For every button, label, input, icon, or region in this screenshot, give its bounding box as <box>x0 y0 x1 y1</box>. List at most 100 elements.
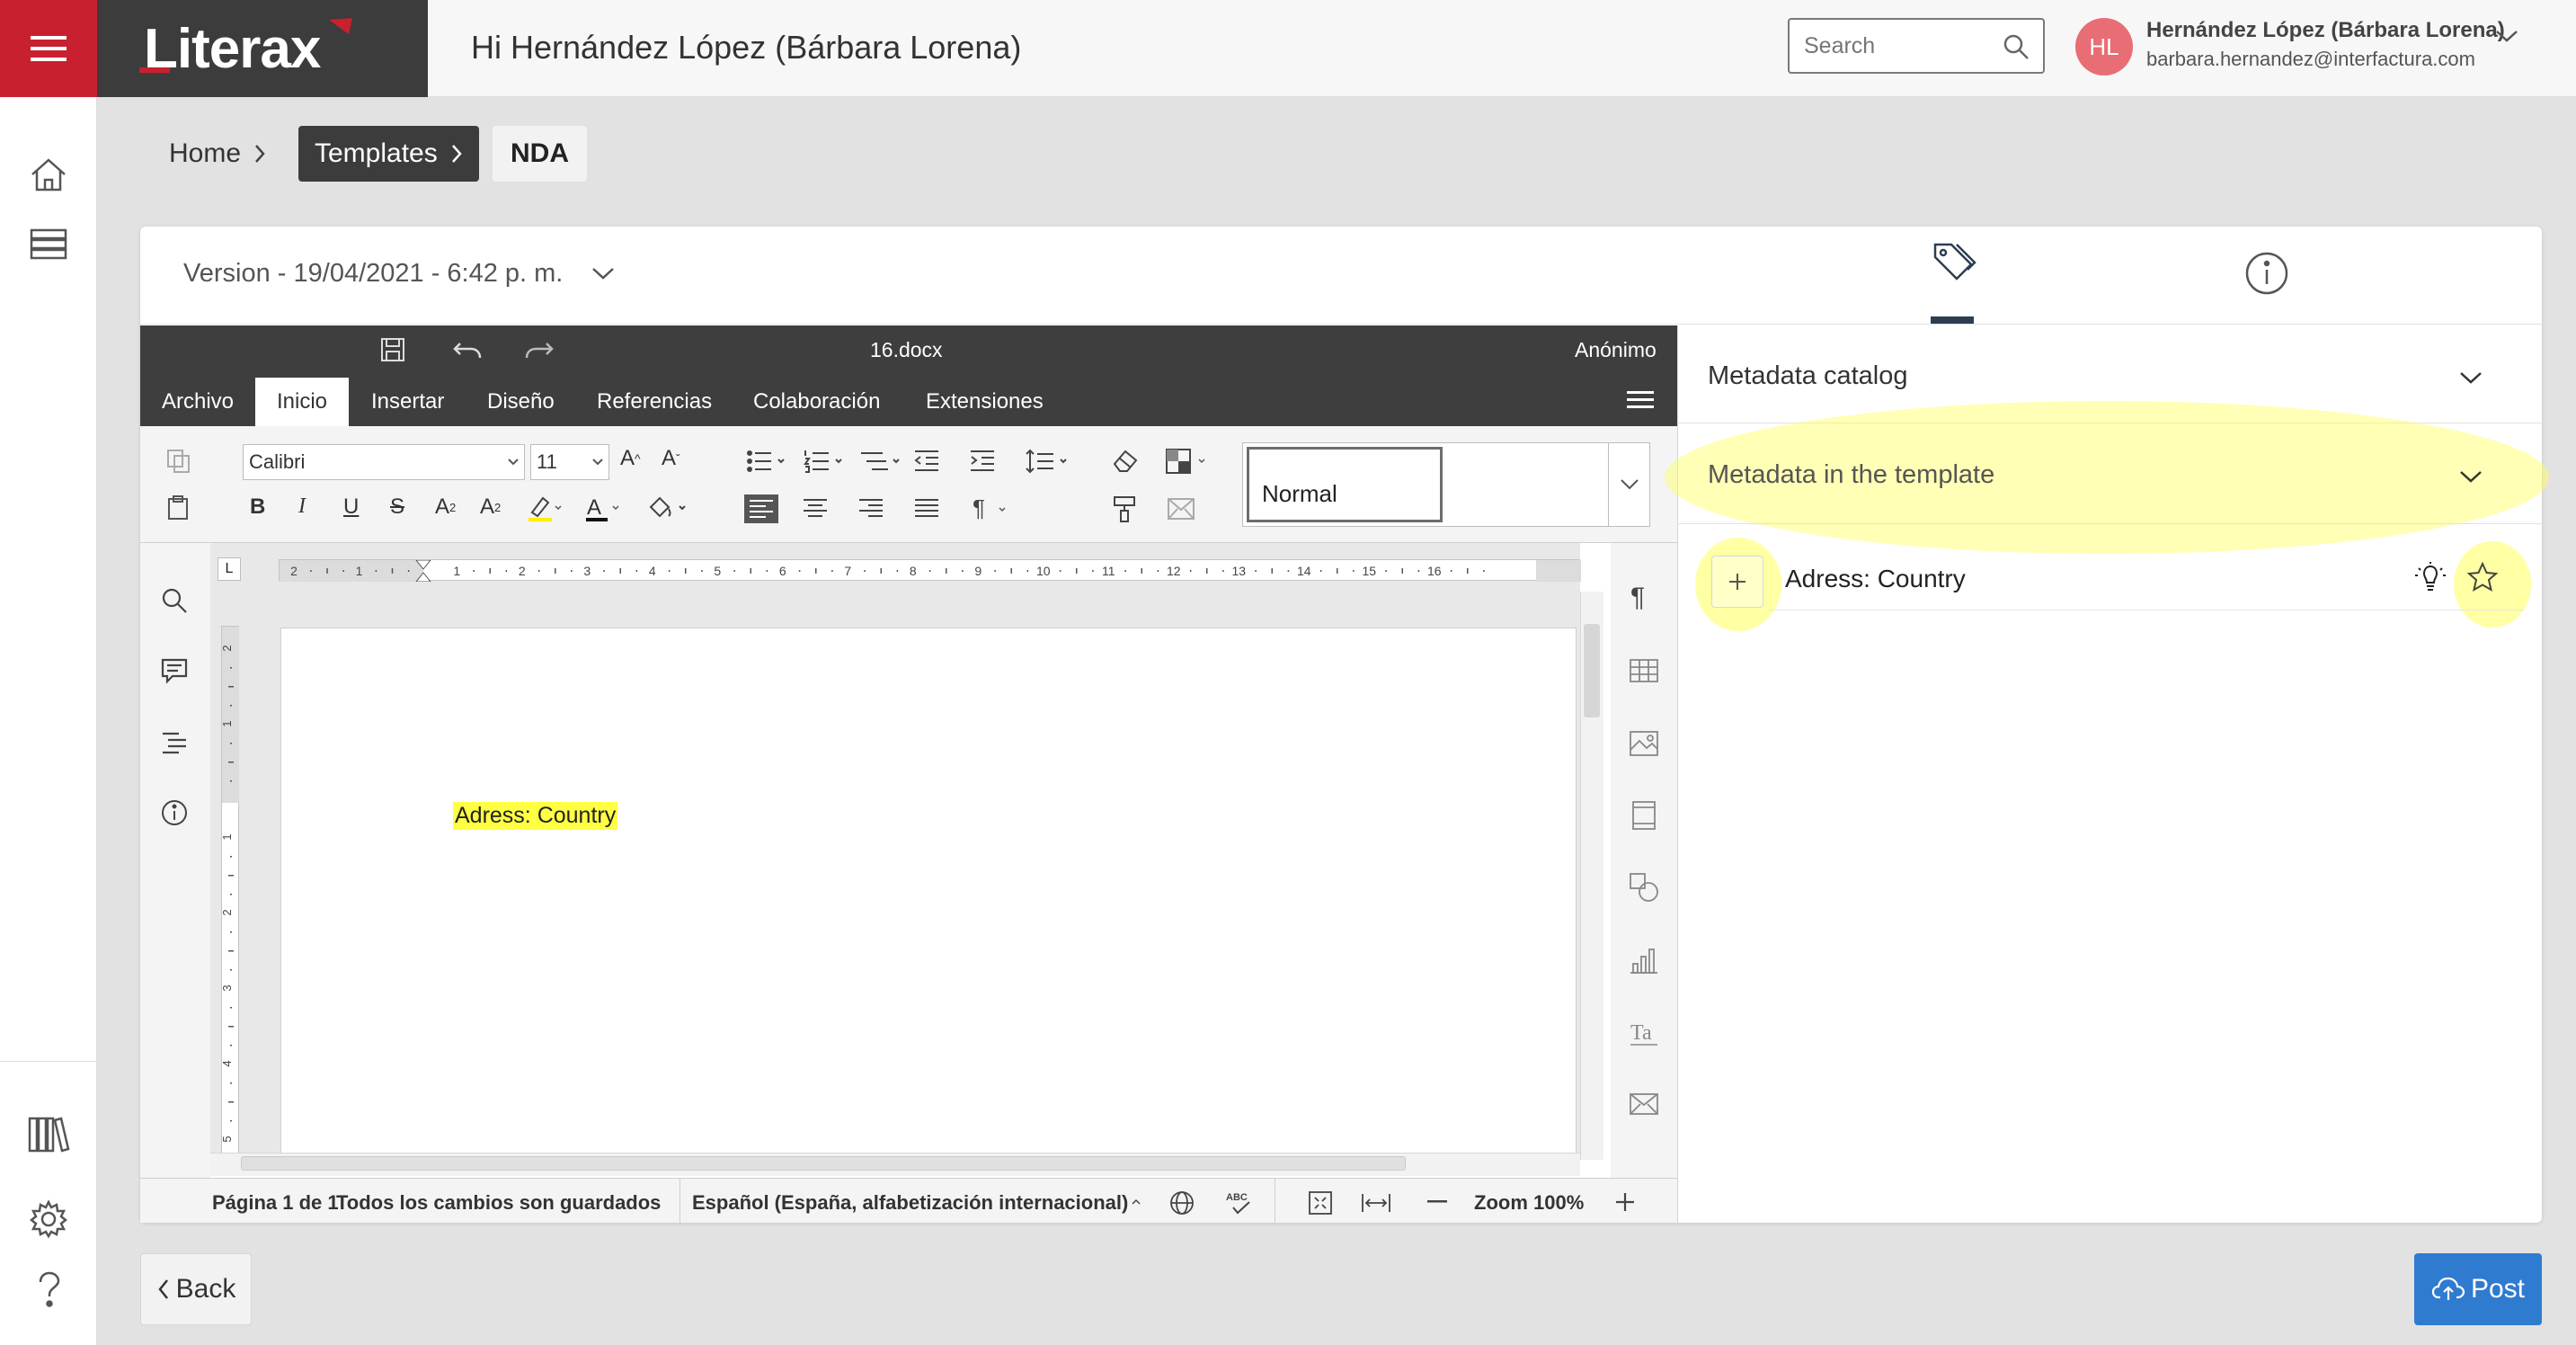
italic-icon[interactable]: I <box>298 494 306 519</box>
font-name-select[interactable]: Calibri <box>243 444 525 480</box>
paste-icon[interactable] <box>165 494 192 521</box>
fill-color-icon[interactable] <box>645 494 688 521</box>
document-page[interactable] <box>280 628 1577 1160</box>
numbered-list-icon[interactable] <box>804 448 848 475</box>
style-gallery-expand[interactable] <box>1609 442 1650 527</box>
highlight-color-icon[interactable] <box>527 494 563 523</box>
mail-merge-icon[interactable] <box>1167 496 1195 521</box>
copy-icon[interactable] <box>165 448 192 475</box>
menu-icon[interactable] <box>1627 390 1654 410</box>
multilevel-list-icon[interactable] <box>859 448 904 475</box>
lightbulb-icon[interactable] <box>2412 561 2448 593</box>
fit-width-icon[interactable] <box>1361 1191 1391 1215</box>
chart-icon[interactable] <box>1629 946 1659 975</box>
tab-insertar[interactable]: Insertar <box>350 378 466 426</box>
vertical-ruler[interactable]: 2 1 1 2 3 4 5 <box>221 626 240 1154</box>
bullet-list-icon[interactable] <box>746 448 791 475</box>
comment-icon[interactable] <box>160 656 189 685</box>
ruler-tick <box>733 570 735 572</box>
tab-archivo[interactable]: Archivo <box>140 378 255 426</box>
styles-gallery-icon[interactable] <box>1165 448 1212 475</box>
navigation-icon[interactable] <box>160 728 189 757</box>
tab-colaboracion[interactable]: Colaboración <box>732 378 902 426</box>
mail-icon[interactable] <box>1629 1091 1659 1117</box>
info-icon[interactable] <box>160 798 189 827</box>
format-painter-icon[interactable] <box>1111 494 1140 523</box>
metadata-catalog-label[interactable]: Metadata catalog <box>1708 361 1907 391</box>
zoom-in-icon[interactable] <box>1614 1191 1636 1213</box>
shape-icon[interactable] <box>1629 872 1659 903</box>
tab-stop-selector[interactable]: L <box>218 557 241 581</box>
font-size-select[interactable]: 11 <box>530 444 609 480</box>
logo[interactable]: Literax <box>97 0 428 97</box>
search-input[interactable] <box>1804 31 1984 61</box>
tab-diseno[interactable]: Diseño <box>466 378 576 426</box>
tab-referencias[interactable]: Referencias <box>575 378 733 426</box>
paragraph-settings-icon[interactable]: ¶ <box>1630 583 1645 613</box>
tab-extensiones[interactable]: Extensiones <box>904 378 1065 426</box>
underline-icon[interactable]: U <box>343 494 359 520</box>
insert-metadata-button[interactable] <box>1711 556 1763 608</box>
table-icon[interactable] <box>1629 658 1659 683</box>
post-button[interactable]: Post <box>2414 1253 2542 1325</box>
align-left-icon[interactable] <box>744 494 778 523</box>
breadcrumb-templates[interactable]: Templates <box>298 126 479 182</box>
help-icon[interactable] <box>22 1262 76 1316</box>
header-footer-icon[interactable] <box>1630 800 1657 831</box>
ruler-tick <box>228 875 234 877</box>
increase-font-icon[interactable]: A ^ <box>620 446 641 471</box>
strikethrough-icon[interactable]: S <box>390 494 404 520</box>
language-select[interactable]: Español (España, alfabetización internac… <box>692 1191 1128 1215</box>
avatar[interactable]: HL <box>2075 18 2133 76</box>
gear-icon[interactable] <box>22 1192 76 1246</box>
list-icon[interactable] <box>22 218 76 272</box>
style-normal[interactable]: Normal <box>1247 447 1443 522</box>
search-icon[interactable] <box>160 586 189 615</box>
breadcrumb-home[interactable]: Home <box>153 126 282 182</box>
search-box[interactable] <box>1788 18 2045 74</box>
align-right-icon[interactable] <box>857 496 884 521</box>
horizontal-ruler[interactable]: 2 1 1 2 3 4 5 6 7 8 9 10 11 12 13 14 15 16 <box>279 559 1581 582</box>
back-button[interactable]: Back <box>140 1253 252 1325</box>
redo-icon[interactable] <box>525 340 554 361</box>
decrease-font-icon[interactable]: Aˇ <box>662 446 680 471</box>
subscript-icon[interactable]: A2 <box>480 494 501 520</box>
vertical-scroll-thumb[interactable] <box>1584 624 1600 717</box>
undo-icon[interactable] <box>453 340 482 361</box>
library-icon[interactable] <box>22 1108 76 1162</box>
main-menu-button[interactable] <box>0 0 97 97</box>
ruler-tick <box>505 570 508 572</box>
metadata-template-label[interactable]: Metadata in the template <box>1708 460 1994 490</box>
save-icon[interactable] <box>379 336 406 363</box>
chevron-down-icon[interactable] <box>2457 369 2484 387</box>
line-spacing-icon[interactable] <box>1025 448 1071 475</box>
decrease-indent-icon[interactable] <box>913 448 940 475</box>
chevron-down-icon[interactable] <box>2457 468 2484 485</box>
paragraph-marks-icon[interactable]: ¶ <box>971 494 1016 523</box>
zoom-out-icon[interactable] <box>1427 1200 1447 1204</box>
caret-up-icon[interactable] <box>1131 1198 1141 1206</box>
info-icon[interactable] <box>2243 250 2290 297</box>
fit-page-icon[interactable] <box>1307 1189 1334 1216</box>
chevron-down-icon[interactable] <box>590 264 617 282</box>
justify-icon[interactable] <box>913 496 940 521</box>
horizontal-scroll-thumb[interactable] <box>241 1156 1406 1171</box>
ruler-tick <box>555 568 556 574</box>
bold-icon[interactable]: B <box>250 494 265 520</box>
superscript-icon[interactable]: A2 <box>435 494 456 520</box>
star-icon[interactable] <box>2466 561 2499 593</box>
globe-icon[interactable] <box>1168 1189 1195 1216</box>
home-icon[interactable] <box>22 147 76 201</box>
increase-indent-icon[interactable] <box>969 448 996 475</box>
font-color-icon[interactable]: A <box>584 494 620 525</box>
chevron-down-icon[interactable] <box>2493 27 2520 45</box>
document-metadata-field[interactable]: Adress: Country <box>453 802 618 830</box>
search-icon[interactable] <box>2002 32 2030 61</box>
tab-metadata[interactable] <box>1916 241 1994 324</box>
eraser-icon[interactable] <box>1111 448 1140 475</box>
image-icon[interactable] <box>1629 730 1659 757</box>
text-art-icon[interactable]: Ta <box>1629 1018 1659 1048</box>
align-center-icon[interactable] <box>802 496 829 521</box>
spellcheck-icon[interactable]: ABC <box>1224 1189 1255 1216</box>
tab-inicio[interactable]: Inicio <box>255 378 350 426</box>
